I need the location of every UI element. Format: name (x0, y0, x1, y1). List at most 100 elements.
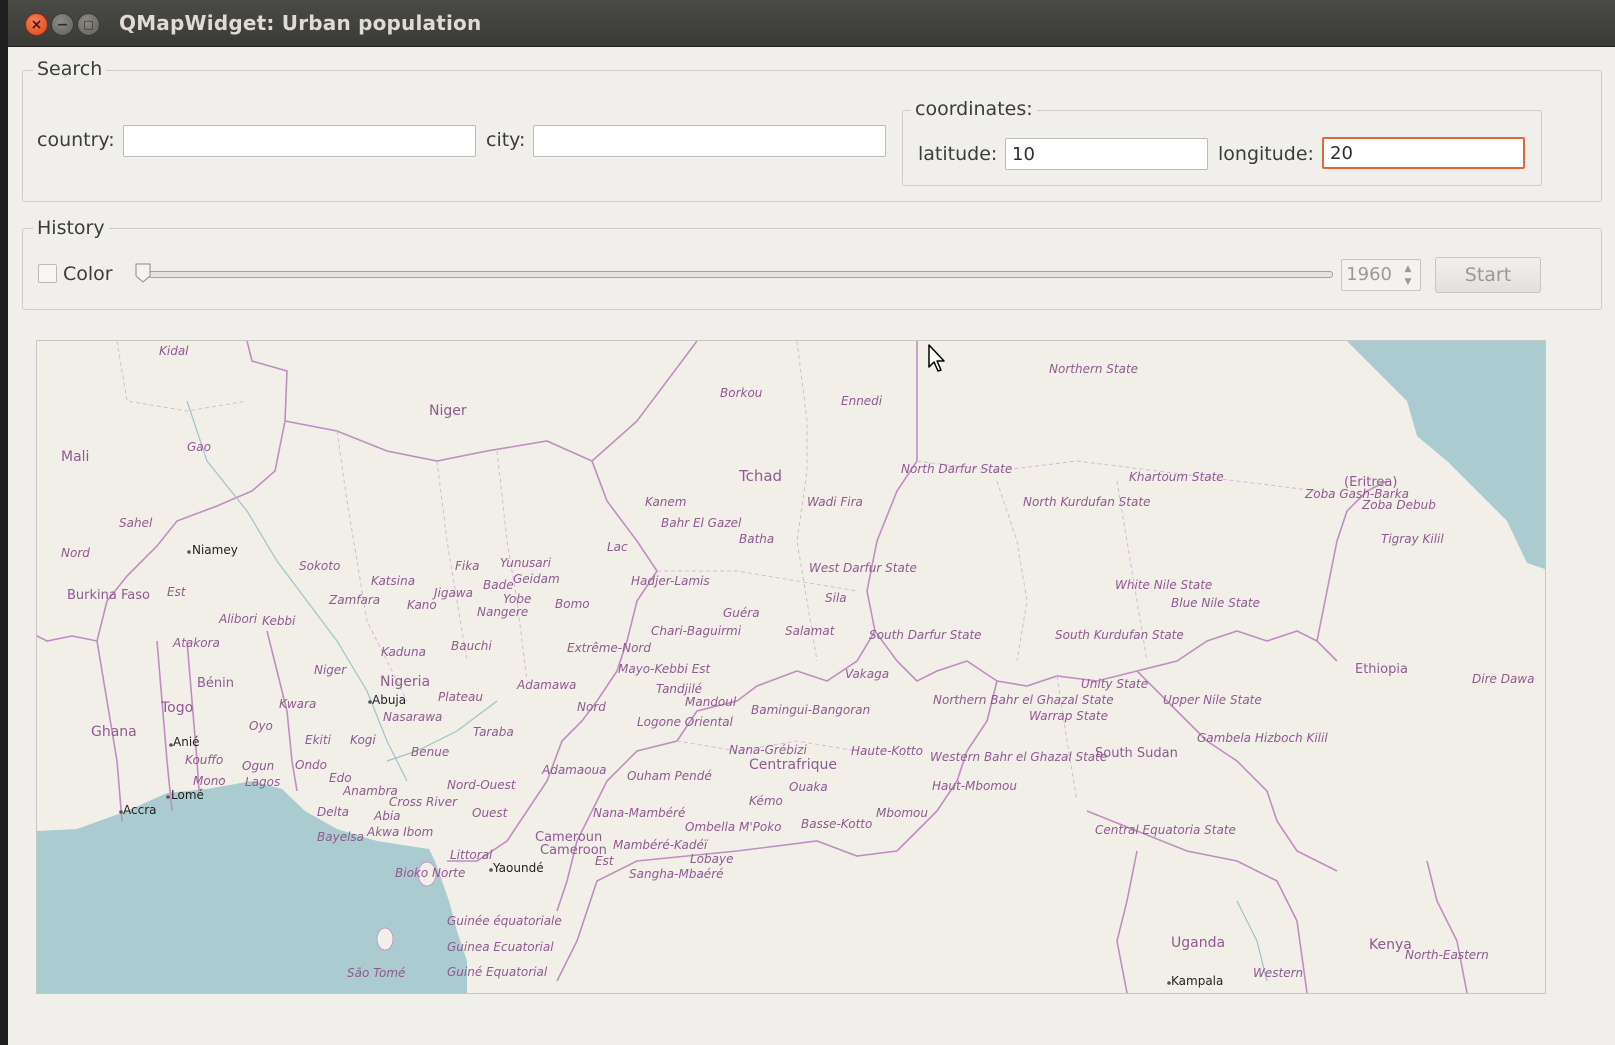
map-label: Kampala (1171, 974, 1223, 988)
map-label: Bayelsa (317, 830, 364, 844)
map-view[interactable]: Kidal Niger Borkou Ennedi Northern State… (36, 340, 1546, 994)
map-label: São Tomé (347, 966, 405, 980)
map-label: Zamfara (328, 593, 380, 607)
map-label: Kwara (279, 697, 316, 711)
map-label: Niamey (192, 543, 238, 557)
map-label: Togo (160, 700, 193, 716)
map-label: South Darfur State (869, 628, 982, 642)
map-label: Salamat (785, 624, 836, 638)
map-label: Nord (61, 546, 90, 560)
map-label: Est (595, 854, 615, 868)
map-label: North Darfur State (901, 462, 1012, 476)
map-label: Guiné Equatorial (447, 965, 548, 979)
map-label: Mambéré-Kadéï (613, 838, 709, 852)
map-label: Mayo-Kebbi Est (618, 662, 712, 676)
city-input[interactable] (533, 125, 886, 157)
map-label: Bénin (197, 676, 234, 691)
map-label: Est (167, 585, 187, 599)
color-checkbox[interactable] (38, 264, 57, 283)
map-label: Taraba (473, 725, 514, 739)
map-label: Geidam (513, 572, 560, 586)
map-label: Sokoto (299, 559, 340, 573)
slider-handle[interactable] (135, 263, 151, 283)
map-label: Logone Oriental (637, 715, 734, 729)
map-label: Bahr El Gazel (661, 516, 742, 530)
year-slider[interactable] (148, 271, 1333, 278)
map-label: Tandjilé (656, 682, 702, 696)
map-label: Wadi Fira (807, 495, 863, 509)
map-label: Ouham Pendé (627, 769, 712, 783)
map-label: Extrême-Nord (567, 641, 651, 655)
map-label: Kouffo (185, 753, 223, 767)
minimize-icon[interactable]: − (51, 13, 74, 36)
latitude-input[interactable] (1005, 138, 1208, 170)
map-label: Basse-Kotto (801, 817, 872, 831)
spin-down-icon[interactable]: ▼ (1399, 275, 1417, 288)
map-label: Yunusari (500, 556, 552, 570)
search-group-title: Search (33, 58, 107, 80)
map-label: Batha (739, 532, 774, 546)
map-label: Adamawa (516, 678, 576, 692)
map-label: Atakora (172, 636, 220, 650)
map-label: Western (1253, 966, 1303, 980)
map-label: Ondo (295, 758, 327, 772)
coordinates-group-title: coordinates: (911, 98, 1037, 120)
map-label: Nord (577, 700, 606, 714)
map-label: Bauchi (451, 639, 492, 653)
close-icon[interactable]: × (25, 13, 48, 36)
longitude-input[interactable] (1322, 137, 1525, 169)
map-label: Ouest (472, 806, 509, 820)
map-label: Lobaye (690, 852, 733, 866)
maximize-icon[interactable]: □ (77, 13, 100, 36)
map-label: Zoba Debub (1361, 498, 1436, 512)
map-label: Mali (61, 449, 89, 465)
map-label: Littoral (450, 848, 493, 862)
map-label: Northern State (1049, 362, 1138, 376)
map-label: Oyo (249, 719, 273, 733)
map-label: Ennedi (841, 394, 883, 408)
map-label: Western Bahr el Ghazal State (930, 750, 1107, 764)
map-label: Kano (407, 598, 437, 612)
map-label: Niger (314, 663, 347, 677)
map-label: Kémo (749, 794, 783, 808)
map-label: Cross River (389, 795, 458, 809)
main-window: × − □ QMapWidget: Urban population Searc… (8, 0, 1615, 1045)
map-label: Akwa Ibom (366, 825, 433, 839)
map-canvas: Kidal Niger Borkou Ennedi Northern State… (37, 341, 1545, 993)
map-label: Bomo (555, 597, 590, 611)
map-label: Lagos (245, 775, 280, 789)
map-label: Warrap State (1029, 709, 1108, 723)
sea-red-sea (1347, 341, 1545, 569)
map-label: Niger (429, 403, 467, 419)
country-input[interactable] (123, 125, 476, 157)
map-label: North-Eastern (1405, 948, 1489, 962)
spin-up-icon[interactable]: ▲ (1399, 262, 1417, 275)
map-label: Nana-Grébizi (729, 743, 807, 757)
map-label: Gao (187, 440, 211, 454)
map-label: Adamaoua (541, 763, 607, 777)
start-button[interactable]: Start (1435, 257, 1541, 293)
map-label: Ekiti (305, 733, 332, 747)
latitude-label: latitude: (918, 143, 998, 165)
map-label: Delta (317, 805, 349, 819)
map-label: Nangere (477, 605, 528, 619)
map-label: Nasarawa (383, 710, 442, 724)
map-label: Dire Dawa (1472, 672, 1534, 686)
map-label: Kidal (159, 344, 189, 358)
country-label: country: (37, 129, 115, 151)
map-label: Lac (607, 540, 628, 554)
map-label: Borkou (720, 386, 763, 400)
map-label: North Kurdufan State (1023, 495, 1150, 509)
year-spinbox[interactable]: 1960 ▲ ▼ (1341, 259, 1421, 291)
map-label: Kogi (350, 733, 376, 747)
map-label: Accra (123, 803, 156, 817)
map-label: Ogun (242, 759, 274, 773)
map-label: Upper Nile State (1163, 693, 1262, 707)
map-label: Bioko Norte (395, 866, 465, 880)
map-label: Kaduna (381, 645, 426, 659)
map-label: Chari-Baguirmi (651, 624, 742, 638)
map-label: Hadjer-Lamis (631, 574, 710, 588)
map-label: Tigray Kilil (1381, 532, 1444, 546)
map-label: Northern Bahr el Ghazal State (933, 693, 1114, 707)
map-label: Abuja (372, 693, 406, 707)
